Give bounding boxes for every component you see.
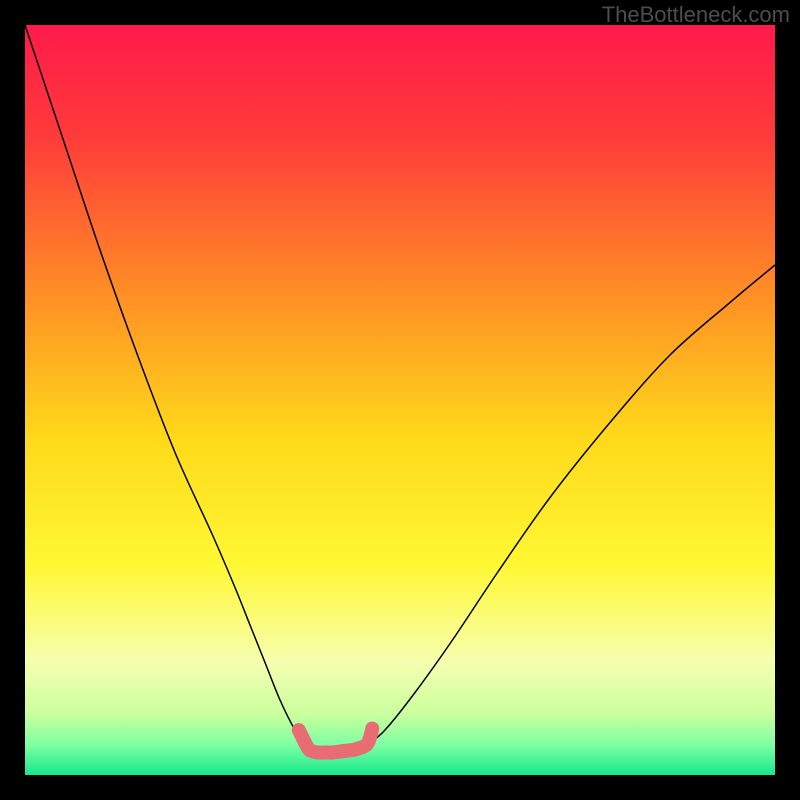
gradient-background (25, 25, 775, 775)
chart-svg (25, 25, 775, 775)
bottleneck-chart (25, 25, 775, 775)
watermark-text: TheBottleneck.com (602, 2, 790, 28)
